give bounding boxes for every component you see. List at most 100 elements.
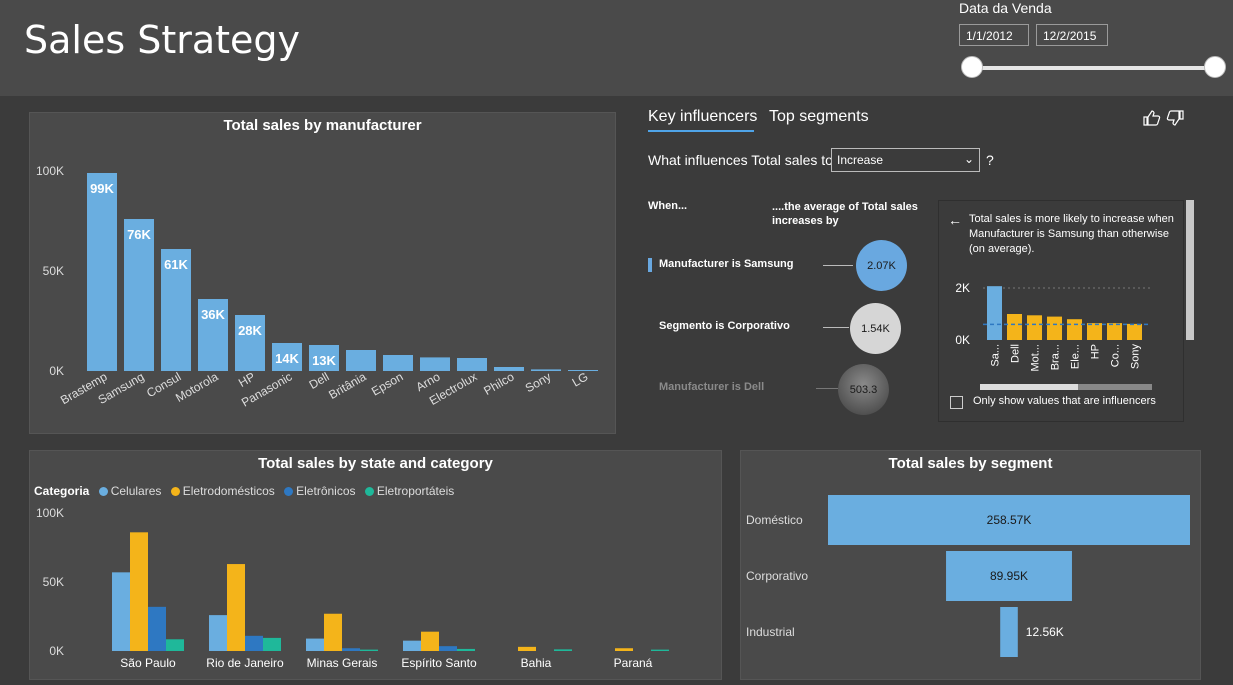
bar xyxy=(346,350,376,371)
bar xyxy=(615,648,633,651)
influencer-detail-chart: 0K 2K Sa... Dell Mot... Bra... Ele... HP Co... So… xyxy=(955,281,1150,372)
legend-item[interactable]: Eletrônicos xyxy=(296,484,355,498)
influence-direction-dropdown[interactable]: Increase ⌄ xyxy=(831,148,980,172)
x-tick-label: São Paulo xyxy=(120,656,176,670)
category-label: Doméstico xyxy=(746,513,803,527)
y-tick-label: 100K xyxy=(36,506,64,520)
selected-row-indicator xyxy=(648,258,652,272)
x-tick-label: Sony xyxy=(1130,344,1142,370)
legend-item[interactable]: Eletroportáteis xyxy=(377,484,454,498)
y-tick-label: 2K xyxy=(955,281,970,295)
bar xyxy=(166,639,184,651)
bar xyxy=(130,532,148,651)
arrow-line xyxy=(823,265,853,266)
bar-data-label: 28K xyxy=(238,323,262,338)
bar xyxy=(554,649,572,651)
segment-chart-panel: Total sales by segment Doméstico 258.57K C… xyxy=(740,450,1201,680)
legend-dot xyxy=(170,487,180,496)
bar xyxy=(1087,323,1102,340)
x-tick-label: Paraná xyxy=(614,656,653,670)
bar xyxy=(651,649,669,651)
bar xyxy=(439,646,457,651)
tab-top-segments[interactable]: Top segments xyxy=(769,108,869,126)
influencer-bubble-samsung[interactable]: 2.07K xyxy=(856,240,907,291)
bar xyxy=(1127,323,1142,340)
arrow-line xyxy=(816,388,838,389)
x-tick-label: HP xyxy=(1090,344,1102,359)
influencers-only-label: Only show values that are influencers xyxy=(973,395,1156,407)
slider-start-handle[interactable] xyxy=(961,56,983,78)
bar-data-label: 99K xyxy=(90,181,114,196)
slider-end-handle[interactable] xyxy=(1204,56,1226,78)
bar-data-label: 36K xyxy=(201,307,225,322)
chevron-down-icon: ⌄ xyxy=(963,152,974,166)
bar xyxy=(342,648,360,651)
date-range-slider[interactable] xyxy=(972,66,1216,70)
bar xyxy=(1027,315,1042,340)
influencers-only-checkbox[interactable] xyxy=(950,396,963,409)
x-tick-label: Espírito Santo xyxy=(401,656,477,670)
bar xyxy=(360,649,378,651)
funnel-bar xyxy=(1000,607,1018,657)
x-tick-label: Dell xyxy=(1010,344,1022,363)
x-tick-label: Co... xyxy=(1110,344,1122,367)
x-tick-label: Philco xyxy=(481,369,517,398)
manufacturer-bar-chart: 0K50K100K99KBrastemp76KSamsung61KConsul3… xyxy=(36,164,598,410)
dropdown-value: Increase xyxy=(837,153,884,167)
bar-data-label: 12.56K xyxy=(1026,625,1064,639)
manufacturer-chart-panel: Total sales by manufacturer 0K 50K 100K 99K… xyxy=(29,112,616,434)
bar xyxy=(112,572,130,651)
bar xyxy=(306,638,324,651)
date-slicer-label: Data da Venda xyxy=(959,0,1052,16)
bar-data-label: 89.95K xyxy=(990,569,1028,583)
x-tick-label: HP xyxy=(236,369,257,389)
x-tick-label: Ele... xyxy=(1070,344,1082,369)
category-label: Corporativo xyxy=(746,569,808,583)
tab-key-influencers[interactable]: Key influencers xyxy=(648,108,757,126)
state-chart-legend: Categoria Celulares Eletrodomésticos Ele… xyxy=(34,484,454,498)
bar xyxy=(148,606,166,651)
influencer-bubble-dell[interactable]: 503.3 xyxy=(838,364,889,415)
page-title: Sales Strategy xyxy=(24,18,301,62)
y-tick-label: 100K xyxy=(36,164,64,178)
y-tick-label: 50K xyxy=(43,575,64,589)
x-tick-label: Motorola xyxy=(173,369,221,405)
x-tick-label: Bra... xyxy=(1050,344,1062,370)
bar xyxy=(383,355,413,371)
start-date-input[interactable]: 1/1/2012 xyxy=(959,24,1029,46)
influencer-row-samsung[interactable]: Manufacturer is Samsung xyxy=(659,258,793,270)
legend-dot xyxy=(364,487,374,496)
bar xyxy=(1067,319,1082,340)
back-arrow-icon[interactable]: ← xyxy=(948,212,962,228)
bar xyxy=(987,286,1002,340)
bar xyxy=(403,640,421,651)
bar xyxy=(457,648,475,651)
bar xyxy=(1007,314,1022,340)
thumbs-up-icon[interactable] xyxy=(1143,110,1161,130)
legend-title: Categoria xyxy=(34,484,90,498)
legend-dot xyxy=(98,487,108,496)
arrow-line xyxy=(823,327,849,328)
y-tick-label: 0K xyxy=(49,644,64,658)
bar xyxy=(518,646,536,651)
when-label: When... xyxy=(648,200,688,212)
bar-data-label: 61K xyxy=(164,257,188,272)
bar xyxy=(1047,316,1062,340)
legend-item[interactable]: Eletrodomésticos xyxy=(183,484,275,498)
x-tick-label: Mot... xyxy=(1030,344,1042,372)
influencer-row-dell[interactable]: Manufacturer is Dell xyxy=(659,381,764,393)
bar xyxy=(245,635,263,651)
category-label: Industrial xyxy=(746,625,795,639)
influencer-row-corporativo[interactable]: Segmento is Corporativo xyxy=(659,320,790,332)
detail-horizontal-scroll-thumb[interactable] xyxy=(980,384,1078,390)
x-tick-label: Rio de Janeiro xyxy=(206,656,284,670)
question-mark: ? xyxy=(986,152,994,168)
influencer-bubble-corporativo[interactable]: 1.54K xyxy=(850,303,901,354)
bar xyxy=(1107,323,1122,340)
influence-question: What influences Total sales to xyxy=(648,152,833,168)
legend-item[interactable]: Celulares xyxy=(111,484,162,498)
detail-vertical-scrollbar[interactable] xyxy=(1186,200,1194,340)
end-date-input[interactable]: 12/2/2015 xyxy=(1036,24,1108,46)
segment-bar-chart: Doméstico 258.57K Corporativo 89.95K Industr… xyxy=(746,495,1190,657)
thumbs-down-icon[interactable] xyxy=(1166,110,1184,130)
